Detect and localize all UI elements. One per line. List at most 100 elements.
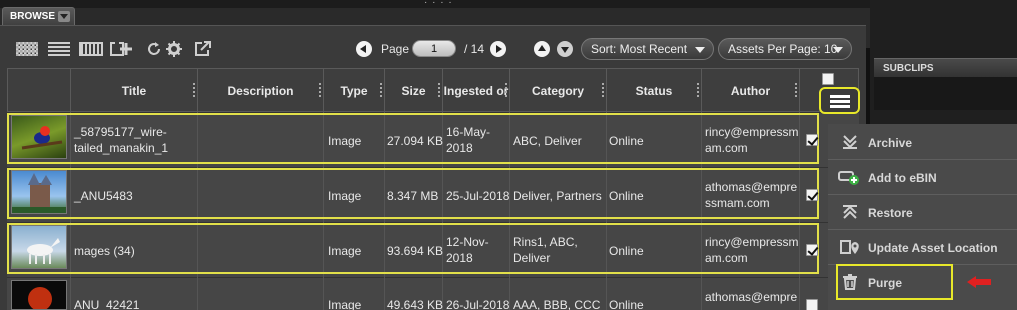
- row-checkbox[interactable]: [806, 189, 818, 201]
- column-description-label: Description: [227, 84, 294, 98]
- subclips-label: SUBCLIPS: [883, 63, 934, 74]
- table-header: Title Description Type Size Ingested or …: [7, 68, 859, 113]
- row-category: Deliver: [513, 251, 551, 265]
- row-category: AAA, BBB, CCC: [513, 298, 601, 310]
- column-menu-icon[interactable]: [505, 83, 507, 97]
- row-author: am.com: [705, 141, 748, 155]
- row-title[interactable]: _ANU5483: [74, 188, 133, 204]
- archive-icon: [843, 135, 857, 149]
- assets-per-page-dropdown[interactable]: Assets Per Page: 10: [718, 38, 852, 60]
- next-page-button[interactable]: [490, 41, 506, 57]
- menu-item-label: Archive: [868, 136, 913, 150]
- column-header-title[interactable]: Title: [71, 69, 198, 113]
- column-menu-icon[interactable]: [319, 83, 321, 97]
- sort-descending-button[interactable]: [557, 41, 573, 57]
- column-ingested-label: Ingested or: [443, 84, 509, 98]
- column-menu-icon[interactable]: [697, 83, 699, 97]
- prev-page-button[interactable]: [356, 41, 372, 57]
- column-menu-icon[interactable]: [380, 83, 382, 97]
- menu-item-restore[interactable]: Restore: [828, 195, 1017, 230]
- column-status-label: Status: [635, 84, 673, 98]
- column-header-ingested[interactable]: Ingested or: [443, 69, 510, 113]
- row-size: 93.694 KB: [387, 244, 444, 258]
- purge-highlight-box: [836, 264, 953, 300]
- assets-per-page-label: Assets Per Page: 10: [728, 42, 838, 56]
- row-ingested: 12-Nov-: [446, 235, 489, 249]
- row-ingested: 25-Jul-2018: [446, 189, 510, 203]
- list-view-icon[interactable]: [48, 42, 70, 56]
- column-menu-icon[interactable]: [438, 83, 440, 97]
- column-header-thumbnail: [8, 69, 71, 113]
- menu-bar: [830, 105, 850, 108]
- subclips-body: [874, 77, 1017, 110]
- column-header-status[interactable]: Status: [607, 69, 702, 113]
- row-ingested: 16-May-: [446, 125, 491, 139]
- row-size: 49.643 KB: [387, 298, 444, 310]
- row-author: rincy@empressm: [705, 235, 799, 249]
- row-type: Image: [328, 134, 362, 148]
- row-author: athomas@empre: [705, 290, 798, 304]
- refresh-icon[interactable]: [146, 41, 162, 57]
- top-strip: · · · ·: [0, 0, 870, 8]
- sort-dropdown[interactable]: Sort: Most Recent: [581, 38, 714, 60]
- column-menu-icon[interactable]: [795, 83, 797, 97]
- menu-bar: [830, 95, 850, 98]
- row-checkbox[interactable]: [806, 134, 818, 146]
- browse-tab[interactable]: BROWSE: [2, 7, 75, 25]
- chevron-down-icon: [833, 47, 843, 53]
- column-author-label: Author: [730, 84, 771, 98]
- chevron-down-icon[interactable]: [58, 11, 70, 22]
- row-ingested: 26-Jul-2018: [446, 298, 510, 310]
- menu-item-update-asset-location[interactable]: Update Asset Location: [828, 230, 1017, 265]
- sort-label: Sort: Most Recent: [591, 42, 688, 56]
- gear-icon[interactable]: [166, 41, 182, 57]
- thumbnail-moon[interactable]: [11, 280, 67, 310]
- column-header-size[interactable]: Size: [385, 69, 443, 113]
- add-to-bin-icon: [838, 171, 859, 185]
- menu-item-label: Add to eBIN: [868, 171, 937, 185]
- row-size: 27.094 KB: [387, 134, 444, 148]
- row-size: 8.347 MB: [387, 189, 439, 203]
- row-title[interactable]: ANU_42421: [74, 297, 139, 310]
- menu-item-label: Update Asset Location: [868, 241, 998, 255]
- select-all-checkbox[interactable]: [822, 73, 834, 85]
- column-menu-icon[interactable]: [602, 83, 604, 97]
- add-to-collection-icon[interactable]: [110, 40, 132, 58]
- row-author: ssmam.com: [705, 196, 770, 210]
- page-label: Page: [381, 42, 410, 56]
- column-category-label: Category: [531, 84, 584, 98]
- menu-item-archive[interactable]: Archive: [828, 125, 1017, 160]
- chevron-down-icon: [695, 47, 705, 53]
- row-author: am.com: [705, 251, 748, 265]
- row-category: ABC, Deliver: [513, 134, 582, 148]
- restore-icon: [843, 205, 857, 219]
- row-ingested: 2018: [446, 141, 473, 155]
- red-moon-image: [28, 287, 52, 309]
- location-icon: [840, 240, 859, 254]
- row-title[interactable]: _58795177_wire-: [74, 124, 167, 140]
- row-checkbox[interactable]: [806, 244, 818, 256]
- row-status: Online: [609, 134, 644, 148]
- resize-grip[interactable]: · · · ·: [424, 0, 453, 8]
- sort-ascending-button[interactable]: [534, 41, 550, 57]
- menu-bar: [830, 100, 850, 103]
- share-icon[interactable]: [194, 40, 212, 57]
- subclips-header: SUBCLIPS: [874, 58, 1017, 77]
- row-author: rincy@empressm: [705, 125, 799, 139]
- column-header-description[interactable]: Description: [198, 69, 324, 113]
- row-type: Image: [328, 189, 362, 203]
- page-number-input[interactable]: 1: [412, 40, 456, 57]
- column-menu-icon[interactable]: [193, 83, 195, 97]
- column-header-author[interactable]: Author: [702, 69, 800, 113]
- row-title[interactable]: tailed_manakin_1: [74, 140, 168, 156]
- menu-item-add-to-ebin[interactable]: Add to eBIN: [828, 160, 1017, 195]
- column-header-type[interactable]: Type: [324, 69, 385, 113]
- column-title-label: Title: [121, 84, 147, 98]
- filmstrip-view-icon[interactable]: [79, 42, 103, 56]
- row-title[interactable]: mages (34): [74, 243, 135, 259]
- actions-menu-button[interactable]: [819, 87, 860, 114]
- row-checkbox[interactable]: [806, 299, 818, 310]
- browse-tab-label: BROWSE: [10, 11, 55, 22]
- grid-view-icon[interactable]: [16, 42, 38, 56]
- column-header-category[interactable]: Category: [510, 69, 607, 113]
